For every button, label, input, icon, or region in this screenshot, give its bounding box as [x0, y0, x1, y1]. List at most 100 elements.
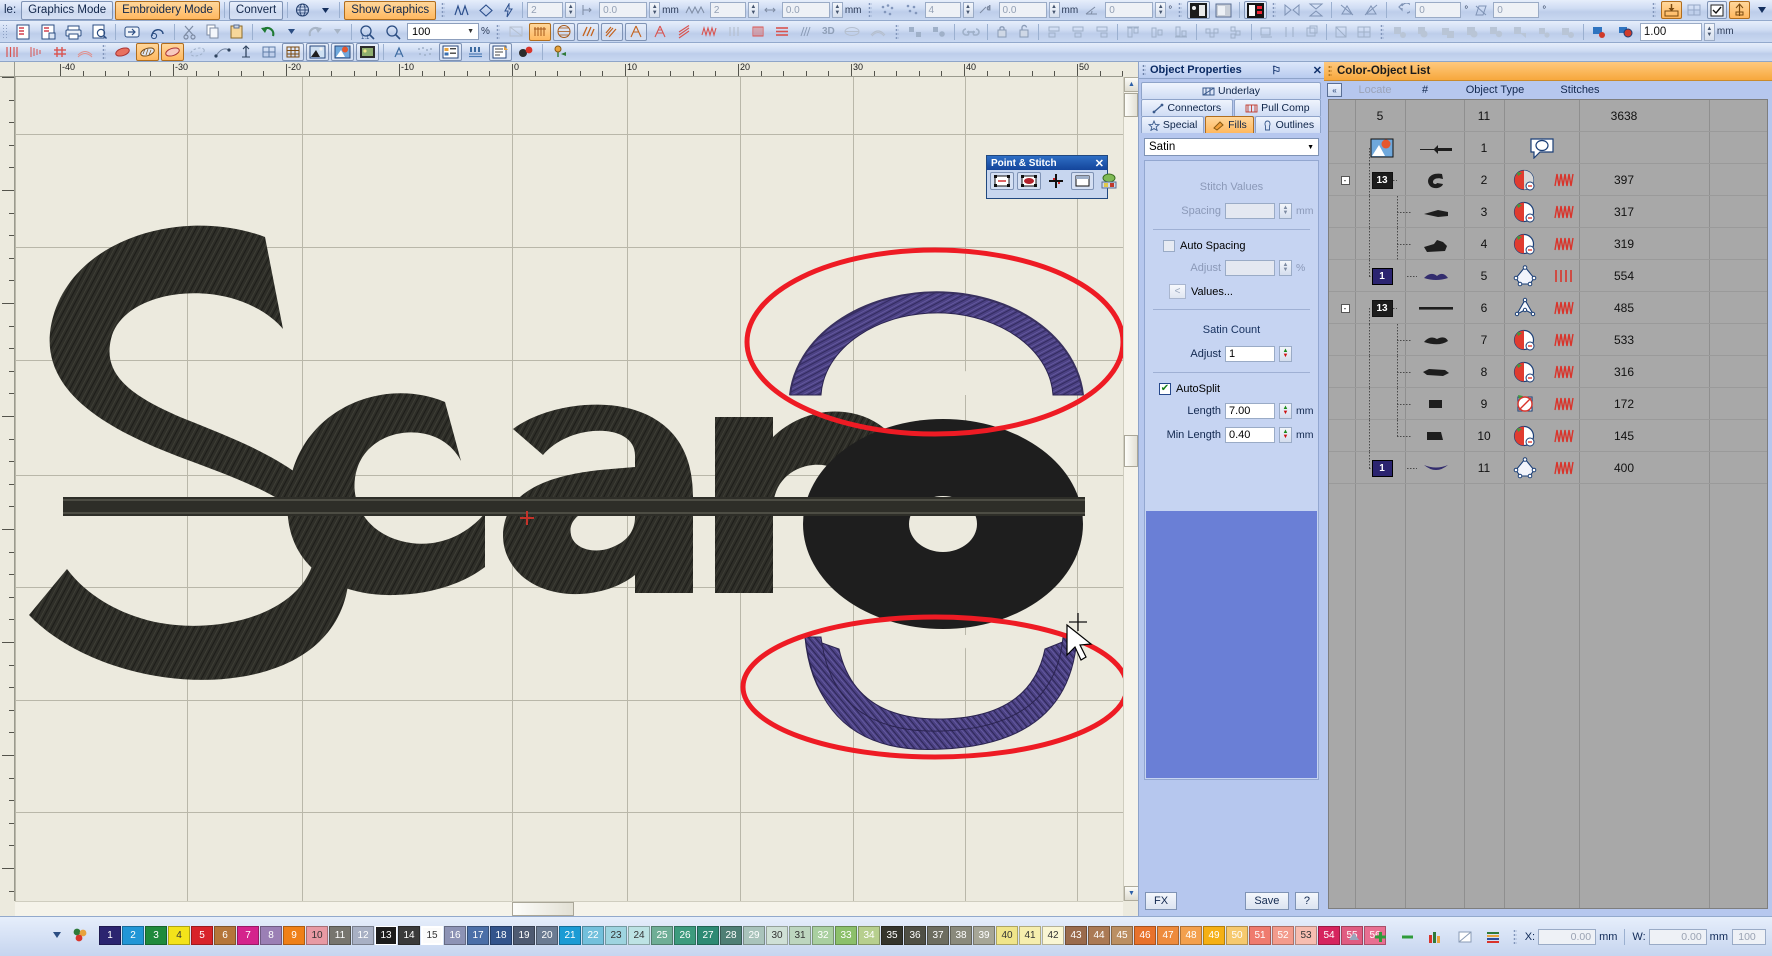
autosplit-row[interactable]: ✔ AutoSplit: [1159, 383, 1312, 395]
help-button[interactable]: ?: [1294, 892, 1319, 910]
palette-swatch-21[interactable]: 21: [559, 925, 581, 945]
palette-swatch-39[interactable]: 39: [973, 925, 995, 945]
align-right-icon[interactable]: [1091, 23, 1113, 41]
remove-color-icon[interactable]: [1397, 928, 1418, 946]
send-to-machine-icon[interactable]: [120, 23, 144, 41]
close-icon[interactable]: ✕: [1313, 64, 1324, 77]
palette-swatch-36[interactable]: 36: [904, 925, 926, 945]
fill-type-select[interactable]: Satin ▼: [1144, 138, 1319, 156]
palette-dropdown-icon[interactable]: [47, 926, 66, 944]
palette-swatch-7[interactable]: 7: [237, 925, 259, 945]
ungroup-icon[interactable]: [1280, 23, 1300, 41]
palette-swatch-53[interactable]: 53: [1295, 925, 1317, 945]
stitch-points-icon[interactable]: [990, 172, 1014, 190]
palette-swatch-38[interactable]: 38: [950, 925, 972, 945]
palette-swatch-41[interactable]: 41: [1019, 925, 1041, 945]
unlock-icon[interactable]: [1014, 23, 1034, 41]
print-icon[interactable]: [62, 23, 86, 41]
close-icon[interactable]: ✕: [1095, 157, 1107, 170]
design-artwork[interactable]: [15, 77, 1123, 901]
align-center-icon[interactable]: [1067, 23, 1089, 41]
offset-shape5-icon[interactable]: [1485, 23, 1507, 41]
color-object-list-toggle-icon[interactable]: [439, 43, 462, 61]
autosplit-minlength-spinner[interactable]: ▲ ▼: [1279, 427, 1292, 443]
horizontal-lines-icon[interactable]: [771, 23, 793, 41]
outline-offset-out-icon[interactable]: [1614, 23, 1638, 41]
offset-shape6-icon[interactable]: [1509, 23, 1531, 41]
palette-swatch-50[interactable]: 50: [1226, 925, 1248, 945]
palette-chooser-icon[interactable]: [68, 926, 92, 944]
underlay-count-field[interactable]: 4: [924, 2, 961, 18]
density-offset-field[interactable]: 0.0: [599, 2, 648, 18]
copy-icon[interactable]: [202, 23, 224, 41]
ripple-stitch-icon[interactable]: [697, 23, 721, 41]
redo-icon[interactable]: [303, 23, 326, 41]
rotate-angle-field[interactable]: 0: [1415, 2, 1462, 18]
machine-format-icon[interactable]: [146, 23, 170, 41]
stitch-pattern-icon[interactable]: [450, 1, 473, 19]
tab-connectors[interactable]: Connectors: [1141, 99, 1233, 116]
grid-fill-icon[interactable]: [49, 43, 71, 61]
zoom-one-to-one-icon[interactable]: 1:1: [356, 23, 380, 41]
palette-swatch-34[interactable]: 34: [858, 925, 880, 945]
palette-swatch-42[interactable]: 42: [1042, 925, 1064, 945]
outline-offset-in-icon[interactable]: [1588, 23, 1612, 41]
scroll-up-button[interactable]: ▲: [1124, 77, 1139, 92]
panel-grip[interactable]: [1328, 64, 1332, 78]
color-palette[interactable]: 1 2 3 4 5 6 7 8 9 10 11 12 13 14 15 16 17 18 19 20 21 22 23 24 2…: [0, 925, 1387, 945]
tab-pull-comp[interactable]: Pull Comp: [1233, 99, 1322, 116]
palette-swatch-14[interactable]: 14: [398, 925, 420, 945]
checkbox-option-icon[interactable]: [1707, 1, 1727, 19]
palette-swatch-44[interactable]: 44: [1088, 925, 1110, 945]
tab-underlay[interactable]: Underlay: [1141, 82, 1321, 99]
palette-swatch-52[interactable]: 52: [1272, 925, 1294, 945]
palette-swatch-23[interactable]: 23: [605, 925, 627, 945]
fx-button[interactable]: FX: [1145, 892, 1178, 910]
palette-swatch-31[interactable]: 31: [789, 925, 811, 945]
stitch-pattern-a-icon[interactable]: [528, 22, 551, 41]
palette-swatch-33[interactable]: 33: [835, 925, 857, 945]
palette-swatch-19[interactable]: 19: [513, 925, 535, 945]
offset-shape1-icon[interactable]: [1389, 23, 1411, 41]
color-list-icon[interactable]: [1482, 928, 1504, 946]
palette-swatch-9[interactable]: 9: [283, 925, 305, 945]
undo-rotate-icon[interactable]: [1391, 1, 1413, 19]
palette-swatch-8[interactable]: 8: [260, 925, 282, 945]
spiral-fill-icon[interactable]: [649, 23, 671, 41]
palette-swatch-28[interactable]: 28: [720, 925, 742, 945]
grid-snap-icon[interactable]: [1684, 1, 1705, 19]
open-design-icon[interactable]: [37, 23, 60, 41]
offset-shape4-icon[interactable]: [1461, 23, 1483, 41]
locate-button[interactable]: Locate: [1345, 84, 1405, 96]
fill-shape-icon[interactable]: [136, 43, 159, 61]
add-color-icon[interactable]: [1370, 928, 1391, 946]
color-chip[interactable]: 1: [1359, 260, 1405, 292]
scroll-palette-up-icon[interactable]: [1344, 928, 1364, 946]
palette-swatch-4[interactable]: 4: [168, 925, 190, 945]
thread-chart-icon[interactable]: [514, 43, 538, 61]
palette-swatch-37[interactable]: 37: [927, 925, 949, 945]
object-properties-panel[interactable]: Object Properties ⚐ ✕ Underlay Connector…: [1138, 62, 1324, 916]
angle-spinner[interactable]: ▲ ▼: [1155, 2, 1167, 18]
zoom-dropdown-icon[interactable]: ▼: [467, 28, 478, 35]
underlay-offset-field[interactable]: 0.0: [998, 2, 1047, 18]
graphics-mode-button[interactable]: Graphics Mode: [21, 0, 114, 20]
scroll-down-button[interactable]: ▼: [1124, 886, 1139, 901]
tab-outlines[interactable]: Outlines: [1254, 116, 1321, 133]
combine-icon[interactable]: [1302, 23, 1322, 41]
table-row[interactable]: 1 11 400: [1329, 452, 1767, 484]
auto-spacing-checkbox[interactable]: [1163, 240, 1175, 252]
node-tree-icon[interactable]: [1097, 172, 1122, 190]
satin-adjust-spinner[interactable]: ▲ ▼: [1279, 346, 1292, 362]
pullcomp-offset-field[interactable]: 0.0: [781, 2, 830, 18]
stitch-nodes-icon[interactable]: [1017, 172, 1041, 190]
palette-swatch-35[interactable]: 35: [881, 925, 903, 945]
pullcomp-offset-spinner[interactable]: ▲ ▼: [831, 2, 843, 18]
palette-swatch-51[interactable]: 51: [1249, 925, 1271, 945]
outline-shape-icon[interactable]: [161, 43, 184, 61]
palette-swatch-29[interactable]: 29: [743, 925, 765, 945]
table-row[interactable]: 9 172: [1329, 388, 1767, 420]
align-node-icon[interactable]: [904, 23, 926, 41]
color-chip[interactable]: 13: [1359, 292, 1405, 324]
autosplit-minlength-input[interactable]: 0.40: [1225, 427, 1275, 443]
